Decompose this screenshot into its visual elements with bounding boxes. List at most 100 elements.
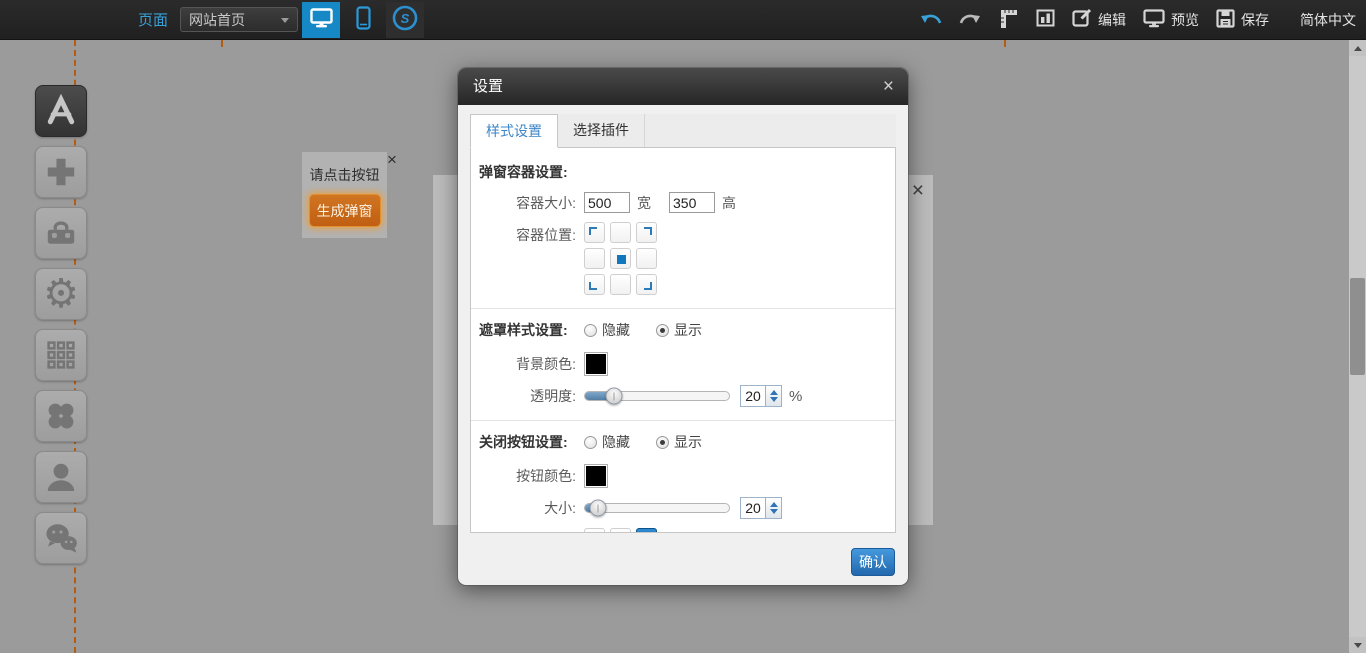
desktop-view-button[interactable]: [302, 2, 340, 38]
modal-close-icon[interactable]: ×: [883, 68, 894, 105]
page-scrollbar[interactable]: [1349, 40, 1366, 653]
undo-button[interactable]: [919, 11, 942, 29]
mobile-view-button[interactable]: [344, 2, 382, 38]
preview-button[interactable]: 预览: [1143, 9, 1199, 31]
sidebar-item-modules[interactable]: [35, 329, 87, 381]
sidebar-item-components[interactable]: [35, 390, 87, 442]
opacity-slider[interactable]: [584, 391, 730, 401]
close-button-visibility-radios: 隐藏显示: [584, 432, 728, 452]
tab-style-settings[interactable]: 样式设置: [470, 114, 558, 148]
radio-unchecked[interactable]: [584, 324, 597, 337]
stats-icon: [1036, 9, 1055, 31]
edit-icon: [1072, 8, 1092, 31]
container-height-input[interactable]: [669, 192, 715, 213]
position-cell[interactable]: [610, 274, 631, 295]
container-position-label: 容器位置:: [471, 222, 576, 245]
radio-unchecked[interactable]: [584, 436, 597, 449]
size-slider[interactable]: [584, 503, 730, 513]
modal-tabs: 样式设置 选择插件: [470, 114, 896, 148]
position-cell-bl[interactable]: [584, 274, 605, 295]
app-plugins-icon: [41, 92, 81, 130]
gear-icon: ⚙: [43, 274, 79, 314]
position-cell-br[interactable]: [636, 274, 657, 295]
radio-checked[interactable]: [656, 436, 669, 449]
chevron-down-icon: [281, 18, 289, 23]
close-button-size-input[interactable]: [740, 497, 765, 519]
save-button[interactable]: 保存: [1216, 9, 1269, 31]
stepper-up-icon: [770, 502, 778, 507]
page-select[interactable]: 网站首页: [180, 7, 298, 32]
guide-tick-right: [1004, 40, 1006, 47]
position-cell[interactable]: [584, 248, 605, 269]
radio-label: 隐藏: [602, 432, 630, 452]
toolbox-icon: [41, 214, 81, 252]
sidebar-item-add[interactable]: [35, 146, 87, 198]
position-cell-tl[interactable]: [584, 222, 605, 243]
position-cell-tr[interactable]: [636, 222, 657, 243]
position-cell[interactable]: [636, 248, 657, 269]
add-plus-icon: [42, 153, 80, 191]
sidebar-item-wechat[interactable]: [35, 512, 87, 564]
radio-label: 隐藏: [602, 320, 630, 340]
link-mode-button[interactable]: S: [386, 2, 424, 38]
scrollbar-thumb[interactable]: [1350, 278, 1365, 375]
confirm-button[interactable]: 确认: [851, 548, 895, 576]
generate-popup-button[interactable]: 生成弹窗: [309, 194, 381, 227]
preview-monitor-icon: [1143, 9, 1165, 31]
modal-title: 设置: [473, 78, 503, 95]
tab-choose-plugin[interactable]: 选择插件: [558, 114, 645, 147]
mobile-icon: [356, 6, 371, 33]
opacity-stepper[interactable]: [765, 385, 782, 407]
position-cell[interactable]: [610, 222, 631, 243]
mask-color-swatch[interactable]: [584, 352, 608, 376]
language-switcher[interactable]: 简体中文: [1300, 10, 1356, 30]
style-settings-panel: 弹窗容器设置: 容器大小: 宽 高 容器位置:: [470, 148, 896, 533]
radio-label: 显示: [674, 320, 702, 340]
save-icon: [1216, 9, 1235, 31]
size-stepper[interactable]: [765, 497, 782, 519]
width-unit-label: 宽: [637, 193, 651, 213]
page-builder-app: 页面 网站首页 S: [0, 0, 1366, 653]
position-cell-dot[interactable]: [610, 248, 631, 269]
container-size-label: 容器大小:: [471, 193, 576, 213]
grid-icon: [42, 336, 80, 374]
widget-prompt: 请点击按钮: [302, 165, 387, 185]
ruler-icon: [999, 8, 1019, 32]
modal-footer: 确认: [470, 533, 896, 576]
radio-checked[interactable]: [656, 324, 669, 337]
save-label: 保存: [1241, 10, 1269, 30]
user-icon: [42, 458, 80, 496]
redo-button[interactable]: [959, 11, 982, 29]
ruler-button[interactable]: [999, 8, 1019, 32]
edit-label: 编辑: [1098, 10, 1126, 30]
svg-text:S: S: [401, 11, 410, 26]
scroll-up-arrow-icon[interactable]: [1349, 40, 1366, 56]
sidebar-item-user[interactable]: [35, 451, 87, 503]
edit-button[interactable]: 编辑: [1072, 8, 1126, 31]
stats-button[interactable]: [1036, 9, 1055, 31]
opacity-unit-label: %: [789, 388, 802, 405]
undo-icon: [919, 11, 942, 29]
stepper-down-icon: [770, 509, 778, 514]
scroll-down-arrow-icon[interactable]: [1349, 637, 1366, 653]
container-width-input[interactable]: [584, 192, 630, 213]
opacity-value-input[interactable]: [740, 385, 765, 407]
opacity-slider-thumb[interactable]: [605, 388, 622, 405]
mask-opacity-label: 透明度:: [471, 386, 576, 406]
trigger-widget[interactable]: 请点击按钮 生成弹窗: [302, 152, 387, 238]
size-slider-thumb[interactable]: [589, 500, 606, 517]
container-section-heading: 弹窗容器设置:: [471, 162, 576, 182]
close-button-section-heading: 关闭按钮设置:: [471, 432, 576, 452]
mask-section-heading: 遮罩样式设置:: [471, 320, 576, 340]
sidebar-item-plugins[interactable]: [35, 85, 87, 137]
sidebar-item-toolbox[interactable]: [35, 207, 87, 259]
mask-bg-color-label: 背景颜色:: [471, 354, 576, 374]
popup-close-icon[interactable]: ×: [912, 179, 924, 203]
stepper-down-icon: [770, 397, 778, 402]
preview-label: 预览: [1171, 10, 1199, 30]
sidebar-item-settings[interactable]: ⚙: [35, 268, 87, 320]
widget-close-icon[interactable]: ×: [387, 150, 397, 170]
close-button-color-swatch[interactable]: [584, 464, 608, 488]
link-circle-icon: S: [391, 4, 419, 35]
section-divider: [471, 308, 895, 309]
